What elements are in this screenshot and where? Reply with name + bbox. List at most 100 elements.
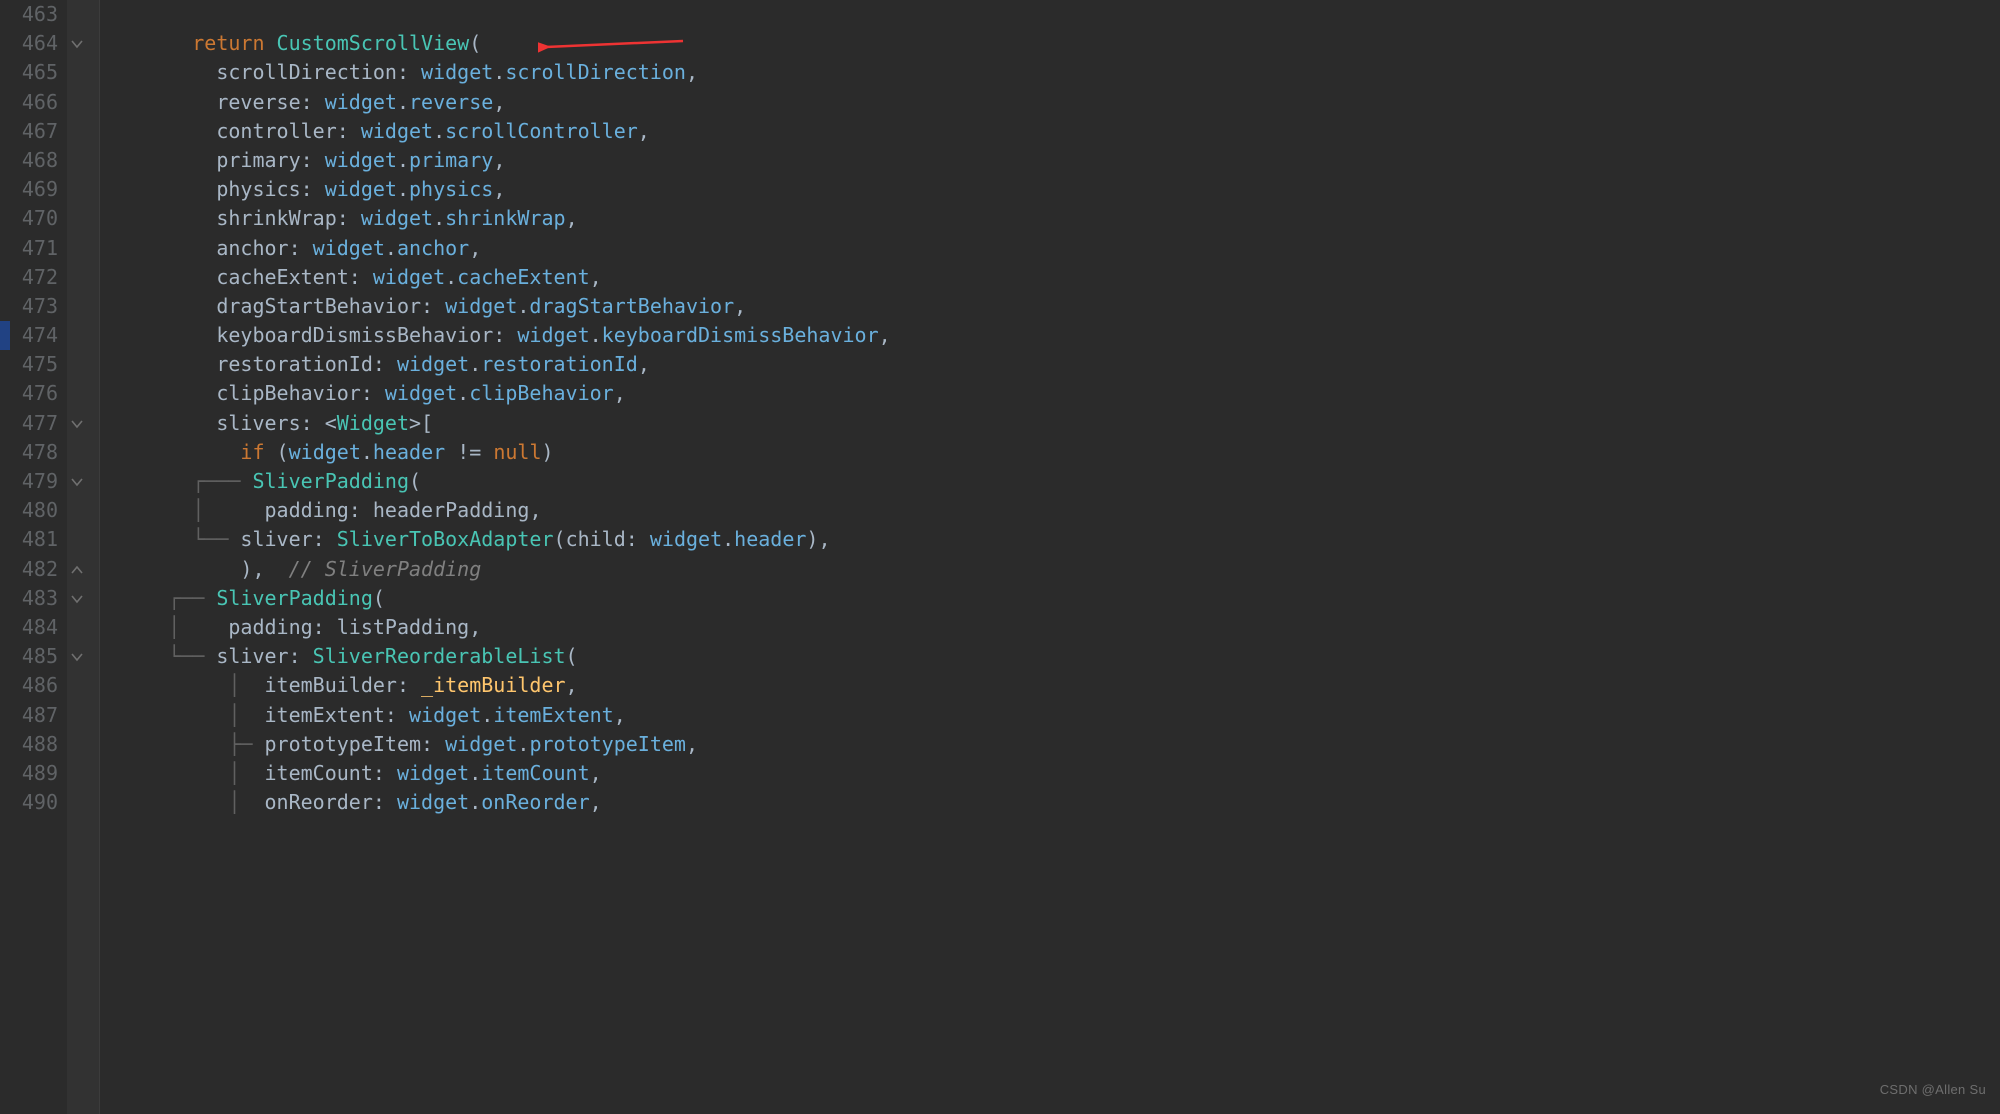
code-line[interactable]: │ onReorder: widget.onReorder, — [120, 788, 2000, 817]
token-fn: _itemBuilder — [421, 673, 566, 697]
token-p: . — [469, 352, 481, 376]
code-line[interactable]: reverse: widget.reverse, — [120, 88, 2000, 117]
fold-down-icon[interactable] — [70, 592, 84, 606]
code-line[interactable]: │ padding: headerPadding, — [120, 496, 2000, 525]
code-line[interactable]: ┌─── SliverPadding( — [120, 467, 2000, 496]
token-p: , — [469, 236, 481, 260]
token-p: : — [421, 294, 445, 318]
code-line[interactable]: │ itemExtent: widget.itemExtent, — [120, 701, 2000, 730]
token-p: . — [433, 206, 445, 230]
token-id — [120, 177, 216, 201]
token-p: , — [879, 323, 891, 347]
code-line[interactable]: │ padding: listPadding, — [120, 613, 2000, 642]
token-prop: widget — [421, 60, 493, 84]
fold-up-icon[interactable] — [70, 563, 84, 577]
token-p: , — [469, 615, 481, 639]
token-p: , — [493, 177, 505, 201]
token-ty: CustomScrollView — [277, 31, 470, 55]
token-p: : — [349, 498, 373, 522]
token-id — [120, 90, 216, 114]
line-number: 483 — [0, 584, 58, 613]
code-line[interactable]: anchor: widget.anchor, — [120, 234, 2000, 263]
token-prop: physics — [409, 177, 493, 201]
breakpoint-marker[interactable] — [0, 321, 10, 350]
code-line[interactable]: physics: widget.physics, — [120, 175, 2000, 204]
token-k: if — [240, 440, 264, 464]
token-id — [120, 236, 216, 260]
code-line[interactable]: ├─ prototypeItem: widget.prototypeItem, — [120, 730, 2000, 759]
code-line[interactable]: └── sliver: SliverReorderableList( — [120, 642, 2000, 671]
code-line[interactable]: primary: widget.primary, — [120, 146, 2000, 175]
fold-down-icon[interactable] — [70, 650, 84, 664]
token-prop: widget — [325, 177, 397, 201]
token-prop: widget — [397, 352, 469, 376]
token-id: shrinkWrap — [216, 206, 336, 230]
line-number: 490 — [0, 788, 58, 817]
code-line[interactable]: │ itemCount: widget.itemCount, — [120, 759, 2000, 788]
token-id: itemCount — [265, 761, 373, 785]
code-line[interactable]: shrinkWrap: widget.shrinkWrap, — [120, 204, 2000, 233]
code-line[interactable]: restorationId: widget.restorationId, — [120, 350, 2000, 379]
token-tree: │ — [120, 673, 265, 697]
token-p: , — [493, 148, 505, 172]
token-ty: Widget — [337, 411, 409, 435]
token-id: sliver — [216, 644, 288, 668]
code-line[interactable]: └── sliver: SliverToBoxAdapter(child: wi… — [120, 525, 2000, 554]
token-p: ( — [469, 31, 481, 55]
code-line[interactable]: │ itemBuilder: _itemBuilder, — [120, 671, 2000, 700]
code-line[interactable]: clipBehavior: widget.clipBehavior, — [120, 379, 2000, 408]
code-line[interactable]: dragStartBehavior: widget.dragStartBehav… — [120, 292, 2000, 321]
fold-down-icon[interactable] — [70, 417, 84, 431]
token-prop: cacheExtent — [457, 265, 589, 289]
code-line[interactable]: scrollDirection: widget.scrollDirection, — [120, 58, 2000, 87]
token-prop: shrinkWrap — [445, 206, 565, 230]
token-id — [265, 31, 277, 55]
code-line[interactable]: slivers: <Widget>[ — [120, 409, 2000, 438]
token-id: primary — [216, 148, 300, 172]
token-p: . — [397, 90, 409, 114]
line-number: 470 — [0, 204, 58, 233]
token-id: headerPadding — [373, 498, 530, 522]
token-id: clipBehavior — [216, 381, 361, 405]
token-id: onReorder — [265, 790, 373, 814]
token-p: : < — [301, 411, 337, 435]
token-p: . — [457, 381, 469, 405]
code-editor[interactable]: 4634644654664674684694704714724734744754… — [0, 0, 2000, 1114]
code-line[interactable]: ), // SliverPadding — [120, 555, 2000, 584]
token-id: prototypeItem — [265, 732, 422, 756]
token-p: , — [614, 381, 626, 405]
line-number: 475 — [0, 350, 58, 379]
fold-gutter[interactable] — [67, 0, 99, 1114]
token-prop: onReorder — [481, 790, 589, 814]
code-line[interactable]: return CustomScrollView( — [120, 29, 2000, 58]
token-p: ( — [554, 527, 566, 551]
token-p: . — [517, 732, 529, 756]
code-line[interactable]: ┌── SliverPadding( — [120, 584, 2000, 613]
code-line[interactable]: controller: widget.scrollController, — [120, 117, 2000, 146]
fold-down-icon[interactable] — [70, 37, 84, 51]
token-p: , — [590, 265, 602, 289]
line-number: 478 — [0, 438, 58, 467]
token-tree: ├─ — [120, 732, 265, 756]
code-line[interactable]: cacheExtent: widget.cacheExtent, — [120, 263, 2000, 292]
code-area[interactable]: return CustomScrollView( scrollDirection… — [100, 0, 2000, 1114]
token-op: != — [457, 440, 481, 464]
token-ty: SliverPadding — [252, 469, 409, 493]
token-prop: widget — [445, 294, 517, 318]
code-line[interactable] — [120, 0, 2000, 29]
token-p: , — [614, 703, 626, 727]
code-line[interactable]: if (widget.header != null) — [120, 438, 2000, 467]
code-line[interactable]: keyboardDismissBehavior: widget.keyboard… — [120, 321, 2000, 350]
token-p: ( — [373, 586, 385, 610]
token-prop: widget — [650, 527, 722, 551]
token-p: : — [337, 206, 361, 230]
token-p: : — [385, 703, 409, 727]
token-p: : — [626, 527, 650, 551]
token-prop: reverse — [409, 90, 493, 114]
line-number-gutter[interactable]: 4634644654664674684694704714724734744754… — [0, 0, 67, 1114]
line-number: 471 — [0, 234, 58, 263]
token-p: : — [289, 236, 313, 260]
token-p: : — [397, 673, 421, 697]
fold-down-icon[interactable] — [70, 475, 84, 489]
token-id — [120, 60, 216, 84]
